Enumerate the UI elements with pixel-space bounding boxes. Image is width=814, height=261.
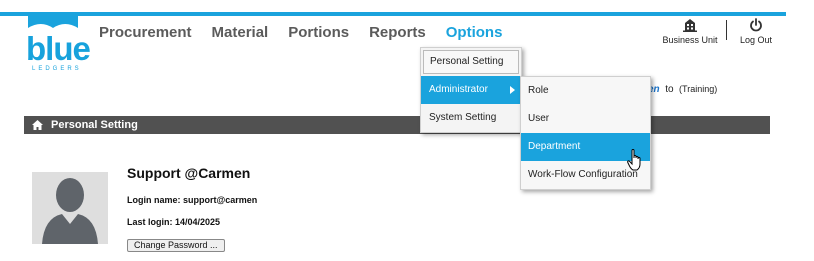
logo-text: blue — [26, 30, 91, 67]
home-icon[interactable] — [32, 120, 43, 130]
building-icon — [683, 19, 697, 32]
user-silhouette-icon — [42, 178, 98, 244]
page-title-bar: Personal Setting — [24, 116, 770, 134]
logout-label: Log Out — [739, 35, 773, 45]
main-navigation: Procurement Material Portions Reports Op… — [99, 24, 502, 41]
logout-button[interactable]: Log Out — [733, 18, 779, 45]
user-avatar — [32, 172, 108, 244]
nav-material[interactable]: Material — [212, 24, 269, 41]
blue-ledgers-logo[interactable]: blue LEDGERS — [24, 14, 91, 74]
login-name: Login name: support@carmen — [127, 195, 258, 205]
profile-name: Support @Carmen — [127, 165, 251, 181]
nav-options[interactable]: Options — [446, 24, 503, 41]
logo-subtext: LEDGERS — [32, 66, 82, 72]
environment-indicator: en to (Training) — [648, 84, 717, 95]
last-login: Last login: 14/04/2025 — [127, 217, 221, 227]
administrator-submenu: Role User Department Work-Flow Configura… — [520, 76, 651, 190]
environment-to: to — [665, 84, 674, 95]
page-title: Personal Setting — [51, 119, 138, 131]
submenu-item-role[interactable]: Role — [521, 77, 650, 105]
nav-portions[interactable]: Portions — [288, 24, 349, 41]
nav-reports[interactable]: Reports — [369, 24, 426, 41]
menu-item-administrator-label: Administrator — [429, 84, 488, 95]
hand-pointer-icon — [627, 149, 641, 171]
header-separator — [726, 20, 727, 40]
top-accent-bar — [0, 12, 786, 16]
nav-procurement[interactable]: Procurement — [99, 24, 192, 41]
chevron-right-icon — [510, 86, 515, 94]
submenu-item-user[interactable]: User — [521, 105, 650, 133]
business-unit-label: Business Unit — [662, 35, 718, 45]
menu-item-personal-setting[interactable]: Personal Setting — [423, 50, 519, 74]
business-unit-button[interactable]: Business Unit — [660, 18, 720, 45]
menu-item-system-setting[interactable]: System Setting — [421, 104, 521, 132]
power-icon — [750, 18, 762, 32]
menu-item-administrator[interactable]: Administrator — [421, 76, 521, 104]
options-dropdown: Personal Setting Administrator System Se… — [420, 47, 522, 133]
environment-tag: (Training) — [679, 84, 718, 94]
change-password-button[interactable]: Change Password ... — [127, 239, 225, 252]
